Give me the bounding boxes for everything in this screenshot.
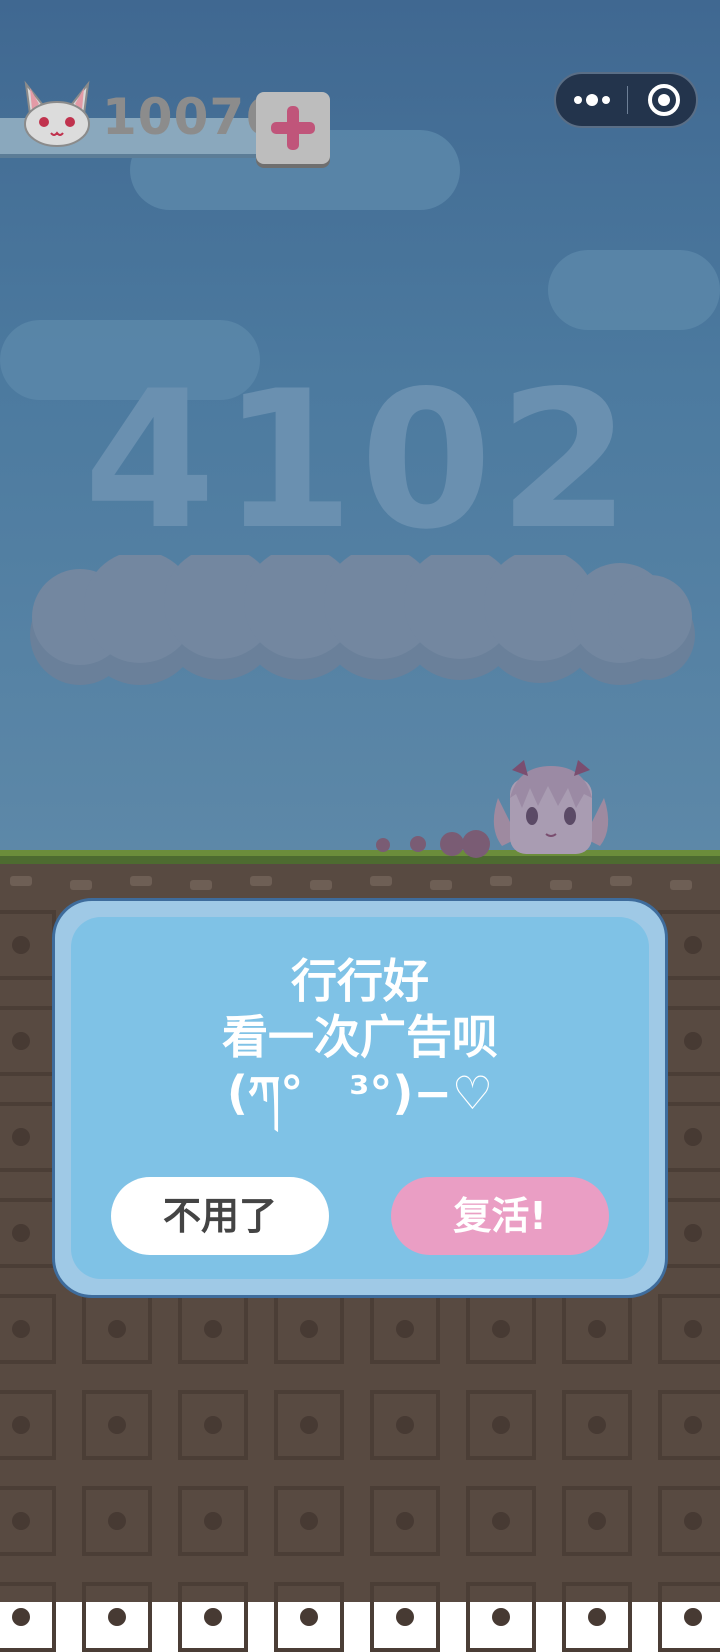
decline-button[interactable]: 不用了 xyxy=(111,1177,329,1255)
dialog-kaomoji: (ཀ° ³°)−♡ xyxy=(226,1066,494,1120)
ground-tile xyxy=(658,1294,720,1364)
ground-tile xyxy=(0,1486,56,1556)
more-dots-icon[interactable] xyxy=(556,74,626,126)
ground-brick xyxy=(430,880,452,890)
trail-dot xyxy=(462,830,490,858)
ground-tile xyxy=(0,910,56,980)
score-display: 4102 xyxy=(83,350,637,571)
ground-brick xyxy=(250,876,272,886)
player-character xyxy=(488,758,614,858)
ground-tile xyxy=(0,1198,56,1268)
ground-brick xyxy=(190,880,212,890)
ground-tile xyxy=(0,1582,56,1652)
ground-tile xyxy=(274,1486,344,1556)
ground-tile xyxy=(178,1582,248,1652)
ground-tile xyxy=(466,1390,536,1460)
target-circle-icon[interactable] xyxy=(628,74,698,126)
ground-brick xyxy=(490,876,512,886)
ground-tile xyxy=(82,1486,152,1556)
ground-tile xyxy=(178,1294,248,1364)
ground-brick xyxy=(10,876,32,886)
background-cloud xyxy=(548,250,720,330)
ground-tile xyxy=(370,1390,440,1460)
ground-tile xyxy=(562,1582,632,1652)
ground-brick xyxy=(310,880,332,890)
dialog-line-2: 看一次广告呗 xyxy=(222,1010,498,1064)
ground-brick xyxy=(550,880,572,890)
ground-brick xyxy=(670,880,692,890)
revive-dialog: 行行好 看一次广告呗 (ཀ° ³°)−♡ 不用了 复活! xyxy=(52,898,668,1298)
ground-tile xyxy=(658,1486,720,1556)
ground-brick xyxy=(610,876,632,886)
dialog-line-1: 行行好 xyxy=(291,954,429,1008)
ground-tile xyxy=(274,1294,344,1364)
ground-tile xyxy=(178,1390,248,1460)
ground-tile xyxy=(82,1582,152,1652)
ground-tile xyxy=(562,1486,632,1556)
plus-icon xyxy=(271,106,315,150)
ground-tile xyxy=(0,1294,56,1364)
ground-tile xyxy=(274,1390,344,1460)
trail-dot xyxy=(376,838,390,852)
add-coins-button[interactable] xyxy=(256,92,330,164)
ground-tile xyxy=(466,1582,536,1652)
ground-tile xyxy=(370,1486,440,1556)
ground-tile xyxy=(658,1390,720,1460)
ground-tile xyxy=(370,1294,440,1364)
ground-tile xyxy=(562,1294,632,1364)
ground-tile xyxy=(466,1294,536,1364)
ground-tile xyxy=(370,1582,440,1652)
menu-capsule xyxy=(554,72,698,128)
ground-tile xyxy=(274,1582,344,1652)
ground-tile xyxy=(0,1006,56,1076)
ground-brick xyxy=(130,876,152,886)
ground-tile xyxy=(562,1390,632,1460)
ground-tile xyxy=(178,1486,248,1556)
ground-tile xyxy=(0,1102,56,1172)
cloud-platform xyxy=(30,555,695,685)
dialog-panel: 行行好 看一次广告呗 (ཀ° ³°)−♡ 不用了 复活! xyxy=(71,917,649,1279)
ground-brick xyxy=(370,876,392,886)
revive-button[interactable]: 复活! xyxy=(391,1177,609,1255)
trail-dot xyxy=(410,836,426,852)
cat-face-icon xyxy=(20,80,94,150)
ground-tile xyxy=(658,1582,720,1652)
coin-count: 10076 xyxy=(102,88,281,146)
ground-brick xyxy=(70,880,92,890)
ground-tile xyxy=(82,1390,152,1460)
trail-dot xyxy=(440,832,464,856)
ground-tile xyxy=(0,1390,56,1460)
ground-tile xyxy=(82,1294,152,1364)
ground-tile xyxy=(466,1486,536,1556)
